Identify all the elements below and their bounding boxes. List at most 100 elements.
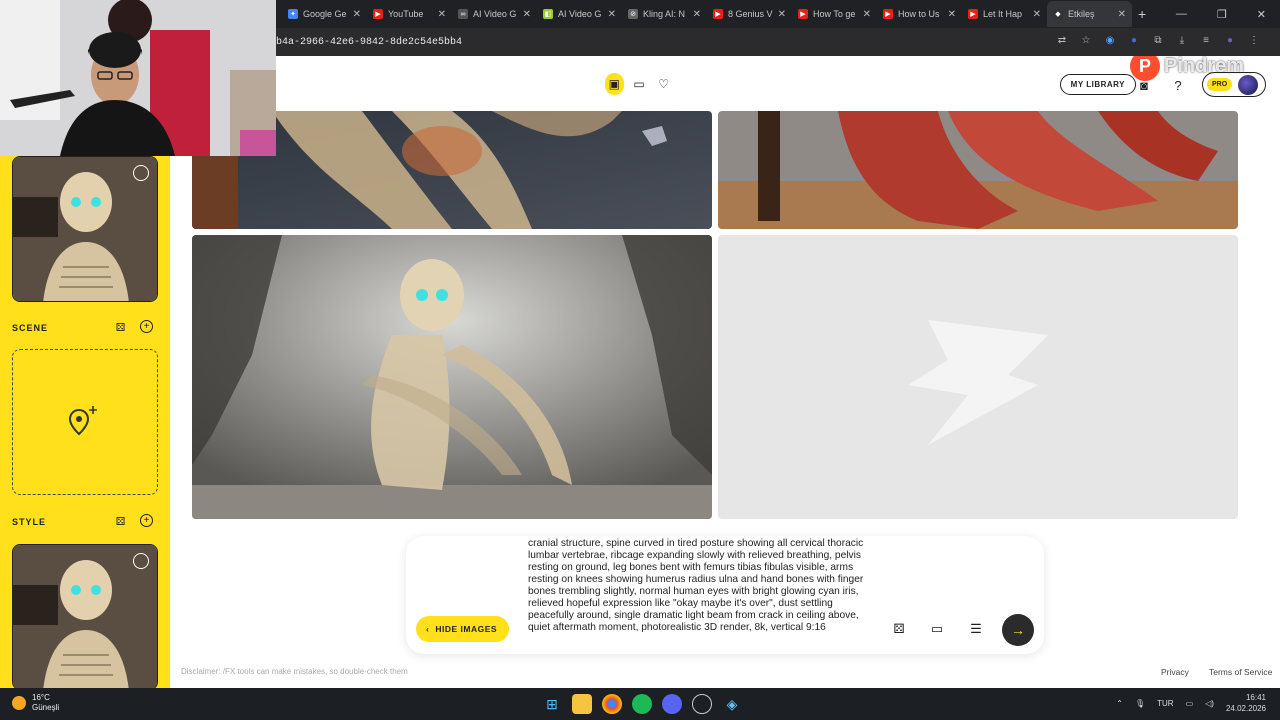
browser-tab[interactable]: ▶ Let It Hap ✕ [962, 1, 1047, 27]
browser-tab[interactable]: ✦ Google Ge ✕ [282, 1, 367, 27]
aspect-ratio-icon[interactable]: ▭ [929, 621, 945, 637]
windows-start-icon[interactable]: ⊞ [542, 694, 562, 714]
prompt-composer: cranial structure, spine curved in tired… [406, 536, 1044, 654]
browser-tab[interactable]: ▶ How to Us ✕ [877, 1, 962, 27]
minimize-icon[interactable]: — [1176, 8, 1187, 20]
bookmark-star-icon[interactable]: ☆ [1080, 34, 1092, 46]
tab-close-icon[interactable]: ✕ [778, 9, 786, 20]
clock[interactable]: 16:41 24.02.2026 [1226, 692, 1266, 714]
taskbar-apps: ⊞ ◈ [542, 694, 742, 714]
extension-icon[interactable]: ◉ [1104, 34, 1116, 46]
address-bar-icons: ⇄ ☆ ◉ ● ⧉ ⤓ ≡ ● ⋮ [1056, 34, 1260, 46]
watermark-logo: P [1130, 56, 1160, 81]
tab-label: Google Ge [303, 9, 347, 19]
streamer-webcam-image [0, 0, 276, 156]
tab-close-icon[interactable]: ✕ [1033, 9, 1041, 20]
chevron-left-icon: ‹ [426, 624, 430, 634]
dice-icon[interactable]: ⚄ [114, 515, 127, 528]
close-window-icon[interactable]: ✕ [1257, 8, 1266, 21]
dice-icon[interactable]: ⚄ [891, 621, 907, 637]
menu-dots-icon[interactable]: ⋮ [1248, 34, 1260, 46]
weather-widget[interactable]: 16°C Güneşli [12, 693, 59, 713]
file-explorer-icon[interactable] [572, 694, 592, 714]
muscle-figure-image [718, 111, 1238, 229]
app-header: ▣ ▭ ♡ MY LIBRARY ◙ ? PRO P Pindrem [276, 56, 1280, 112]
chevron-up-icon[interactable]: ⌃ [1116, 699, 1123, 708]
terms-link[interactable]: Terms of Service [1209, 667, 1272, 677]
tab-favicon-icon: ⊘ [628, 9, 638, 19]
add-icon[interactable]: + [140, 514, 153, 527]
my-library-button[interactable]: MY LIBRARY [1059, 74, 1136, 95]
download-icon[interactable]: ⤓ [1176, 34, 1188, 46]
volume-icon[interactable]: ◁) [1205, 699, 1214, 708]
channel-watermark: P Pindrem [1130, 56, 1280, 84]
select-toggle[interactable] [133, 165, 149, 181]
settings-sliders-icon[interactable]: ☰ [968, 621, 984, 637]
app-icon[interactable] [692, 694, 712, 714]
heart-icon[interactable]: ♡ [654, 73, 673, 95]
restore-icon[interactable]: ❐ [1217, 8, 1227, 21]
tab-favicon-icon: ◧ [543, 9, 553, 19]
browser-tab[interactable]: ▶ 8 Genius V ✕ [707, 1, 792, 27]
browser-tab[interactable]: ▶ YouTube ✕ [367, 1, 452, 27]
generated-image-2[interactable] [718, 111, 1238, 229]
character-reference-card[interactable] [12, 156, 158, 302]
privacy-link[interactable]: Privacy [1161, 667, 1189, 677]
generate-submit-button[interactable]: → [1002, 614, 1034, 646]
tab-close-icon[interactable]: ✕ [1118, 9, 1126, 20]
tab-close-icon[interactable]: ✕ [948, 9, 956, 20]
add-icon[interactable]: + [140, 320, 153, 333]
style-reference-card[interactable] [12, 544, 158, 688]
hide-images-button[interactable]: ‹ HIDE IMAGES [416, 616, 510, 642]
tab-favicon-icon: ▶ [373, 9, 383, 19]
chrome-icon[interactable] [602, 694, 622, 714]
hide-images-label: HIDE IMAGES [435, 624, 498, 634]
video-mode-icon[interactable]: ▭ [630, 73, 649, 95]
weather-condition: Güneşli [32, 703, 60, 712]
language-indicator[interactable]: TUR [1157, 699, 1173, 708]
tab-close-icon[interactable]: ✕ [523, 9, 531, 20]
tab-label: 8 Genius V [728, 9, 773, 19]
browser-tab[interactable]: ⊘ Kling AI: N ✕ [622, 1, 707, 27]
browser-tab[interactable]: ∞ AI Video G ✕ [452, 1, 537, 27]
tab-label: How to Us [898, 9, 940, 19]
microphone-icon[interactable]: 🎙 [1135, 699, 1145, 708]
browser-tab[interactable]: ▶ How To ge ✕ [792, 1, 877, 27]
extension-icon[interactable]: ● [1128, 34, 1140, 46]
system-tray: ⌃ 🎙 TUR ▭ ◁) 16:41 24.02.2026 [1116, 692, 1266, 714]
webcam-overlay [0, 0, 276, 156]
puzzle-icon[interactable]: ⧉ [1152, 34, 1164, 46]
media-icon[interactable]: ≡ [1200, 34, 1212, 46]
profile-icon[interactable]: ● [1224, 34, 1236, 46]
tab-close-icon[interactable]: ✕ [608, 9, 616, 20]
new-tab-button[interactable]: + [1138, 6, 1146, 22]
spotify-icon[interactable] [632, 694, 652, 714]
tab-close-icon[interactable]: ✕ [863, 9, 871, 20]
translate-icon[interactable]: ⇄ [1056, 34, 1068, 46]
dice-icon[interactable]: ⚄ [114, 321, 127, 334]
tab-label: Kling AI: N [643, 9, 686, 19]
network-icon[interactable]: ▭ [1186, 699, 1194, 708]
select-toggle[interactable] [133, 553, 149, 569]
browser-tab[interactable]: ◧ AI Video G ✕ [537, 1, 622, 27]
tab-close-icon[interactable]: ✕ [353, 9, 361, 20]
image-mode-icon[interactable]: ▣ [605, 73, 624, 95]
generated-image-3[interactable] [192, 235, 712, 519]
discord-app-icon[interactable] [662, 694, 682, 714]
image-loading-placeholder [718, 235, 1238, 519]
steam-icon[interactable]: ◈ [722, 694, 742, 714]
temperature: 16°C [32, 693, 50, 702]
scene-drop-zone[interactable] [12, 349, 158, 495]
style-label: STYLE [12, 517, 47, 527]
tab-favicon-icon: ✦ [288, 9, 298, 19]
tab-label: YouTube [388, 9, 424, 19]
tab-favicon-icon: ∞ [458, 9, 468, 19]
tab-close-icon[interactable]: ✕ [438, 9, 446, 20]
date: 24.02.2026 [1225, 704, 1266, 713]
prompt-input[interactable]: cranial structure, spine curved in tired… [528, 538, 868, 648]
tab-close-icon[interactable]: ✕ [693, 9, 701, 20]
browser-tab-active[interactable]: ◆ Etkileş ✕ [1047, 1, 1132, 27]
tab-favicon-icon: ▶ [883, 9, 893, 19]
url-field[interactable]: b4a-2966-42e6-9842-8de2c54e5bb4 [276, 37, 462, 48]
tab-label: Let It Hap [983, 9, 1023, 19]
